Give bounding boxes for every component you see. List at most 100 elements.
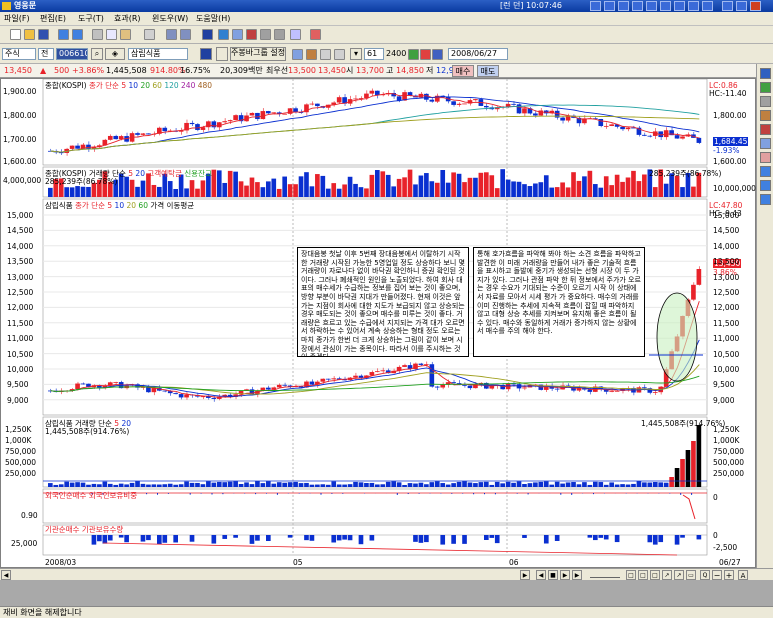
minus-button[interactable]: − xyxy=(712,570,722,580)
zoom-tool-1[interactable]: □ xyxy=(626,570,636,580)
plus-button[interactable]: + xyxy=(724,570,734,580)
right-tool-7[interactable] xyxy=(760,152,771,163)
inst-bar xyxy=(118,535,124,538)
refresh-icon[interactable] xyxy=(760,194,771,205)
tool-icon-1[interactable] xyxy=(144,29,155,40)
zoom-slider[interactable] xyxy=(590,572,620,578)
sell-button[interactable]: 매도 xyxy=(477,65,499,77)
cut-icon[interactable] xyxy=(92,29,103,40)
tool-icon-10[interactable] xyxy=(292,49,303,60)
chart-area[interactable]: 종합(KOSPI) 종가 단순 5 10 20 60 120 240 480 L… xyxy=(0,78,756,568)
tool-icon-6[interactable] xyxy=(260,29,271,40)
next-button[interactable]: ▶ xyxy=(560,570,570,580)
new-icon[interactable] xyxy=(10,29,21,40)
kospi-candle xyxy=(140,133,146,135)
auto-button[interactable]: A xyxy=(738,570,748,580)
open-icon[interactable] xyxy=(24,29,35,40)
bar-settings-button[interactable]: 주봉바그룹 설정 xyxy=(230,47,286,61)
paste-icon[interactable] xyxy=(120,29,131,40)
stock-code-input[interactable]: 006610 xyxy=(56,48,88,60)
zoom-tool-5[interactable]: ↗ xyxy=(674,570,684,580)
date-input[interactable]: 2008/06/27 xyxy=(448,48,508,60)
swap-icon[interactable] xyxy=(760,180,771,191)
tool-icon-9[interactable] xyxy=(310,29,321,40)
cursor-icon[interactable] xyxy=(216,47,228,61)
inst-bar xyxy=(522,535,527,538)
chevron-down-icon[interactable]: ▾ xyxy=(350,48,362,60)
pen-icon[interactable] xyxy=(760,110,771,121)
tool-icon-2[interactable] xyxy=(166,29,177,40)
save-icon[interactable] xyxy=(38,29,49,40)
main-vol-bar xyxy=(609,482,614,487)
main-candle xyxy=(424,364,429,366)
tool-icon-12[interactable] xyxy=(320,49,331,60)
buy-button[interactable]: 매수 xyxy=(452,65,474,77)
main-ma-20: 20 xyxy=(126,201,137,210)
tool-icon-15[interactable] xyxy=(420,49,431,60)
search-icon[interactable]: ⌕ xyxy=(91,48,103,60)
stop-button[interactable]: ■ xyxy=(548,570,558,580)
minimize-button[interactable] xyxy=(722,1,733,11)
maximize-button[interactable] xyxy=(736,1,747,11)
right-tool-6[interactable] xyxy=(760,138,771,149)
main-vol-bar xyxy=(451,483,456,487)
tool-icon-4[interactable] xyxy=(218,29,229,40)
window-btn-5[interactable] xyxy=(660,1,671,11)
main-vol-bar xyxy=(336,484,342,487)
chart-type-icon[interactable] xyxy=(200,48,212,60)
window-btn-1[interactable] xyxy=(604,1,615,11)
undo-icon[interactable] xyxy=(58,29,69,40)
right-tool-2[interactable] xyxy=(760,82,771,93)
kospi-vol-bar xyxy=(75,186,80,197)
count-input[interactable]: 61 xyxy=(364,48,384,60)
horizontal-scrollbar[interactable]: ◀ ▶ ◀ ■ ▶ ▶ □ □ □ ↗ ↗ ▭ Q − + A xyxy=(0,568,773,580)
window-btn-3[interactable] xyxy=(632,1,643,11)
kospi-candle xyxy=(560,117,565,121)
market-select[interactable]: 주식 xyxy=(2,48,36,60)
zoom-tool-2[interactable]: □ xyxy=(638,570,648,580)
window-btn-4[interactable] xyxy=(646,1,657,11)
tool-icon-14[interactable] xyxy=(408,49,419,60)
window-btn-8[interactable] xyxy=(702,1,713,11)
tool-icon-7[interactable] xyxy=(274,29,285,40)
window-btn-6[interactable] xyxy=(674,1,685,11)
grid-icon[interactable] xyxy=(246,29,257,40)
zoom-tool-6[interactable]: ▭ xyxy=(686,570,696,580)
prev-page-button[interactable]: ◀ xyxy=(536,570,546,580)
menu-file[interactable]: 파일(F) xyxy=(4,13,30,25)
copy-icon[interactable] xyxy=(106,29,117,40)
arrows-icon[interactable] xyxy=(760,166,771,177)
redo-icon[interactable] xyxy=(72,29,83,40)
tool-icon-11[interactable] xyxy=(306,49,317,60)
window-btn-2[interactable] xyxy=(618,1,629,11)
menu-effect[interactable]: 효과(R) xyxy=(114,13,141,25)
zoom-tool-4[interactable]: ↗ xyxy=(662,570,672,580)
main-candle xyxy=(113,382,119,383)
tool-icon-16[interactable] xyxy=(432,49,443,60)
main-vol-bar xyxy=(53,484,59,487)
right-tool-3[interactable] xyxy=(760,96,771,107)
tool-icon-5[interactable] xyxy=(232,29,243,40)
menu-edit[interactable]: 편집(E) xyxy=(40,13,66,25)
scroll-right-button[interactable]: ▶ xyxy=(520,570,530,580)
window-btn-7[interactable] xyxy=(688,1,699,11)
tool-icon-3[interactable] xyxy=(180,29,191,40)
right-tool-1[interactable] xyxy=(760,68,771,79)
scroll-left-button[interactable]: ◀ xyxy=(1,570,11,580)
zoom-out-icon[interactable]: Q xyxy=(700,570,710,580)
menu-help[interactable]: 도움말(H) xyxy=(196,13,230,25)
inst-bar xyxy=(249,535,255,544)
home-icon[interactable] xyxy=(590,1,601,11)
kospi-candle xyxy=(135,133,140,135)
period-select[interactable]: 전 xyxy=(38,48,54,60)
tool-icon-8[interactable] xyxy=(290,29,301,40)
menu-tools[interactable]: 도구(T) xyxy=(78,13,104,25)
chart-mode-icon[interactable] xyxy=(202,29,213,40)
close-button[interactable] xyxy=(750,1,761,11)
end-button[interactable]: ▶ xyxy=(572,570,582,580)
right-tool-5[interactable] xyxy=(760,124,771,135)
menu-window[interactable]: 윈도우(W) xyxy=(152,13,188,25)
stock-list-button[interactable]: ◈ xyxy=(105,48,125,60)
tool-icon-13[interactable] xyxy=(334,49,345,60)
zoom-tool-3[interactable]: □ xyxy=(650,570,660,580)
